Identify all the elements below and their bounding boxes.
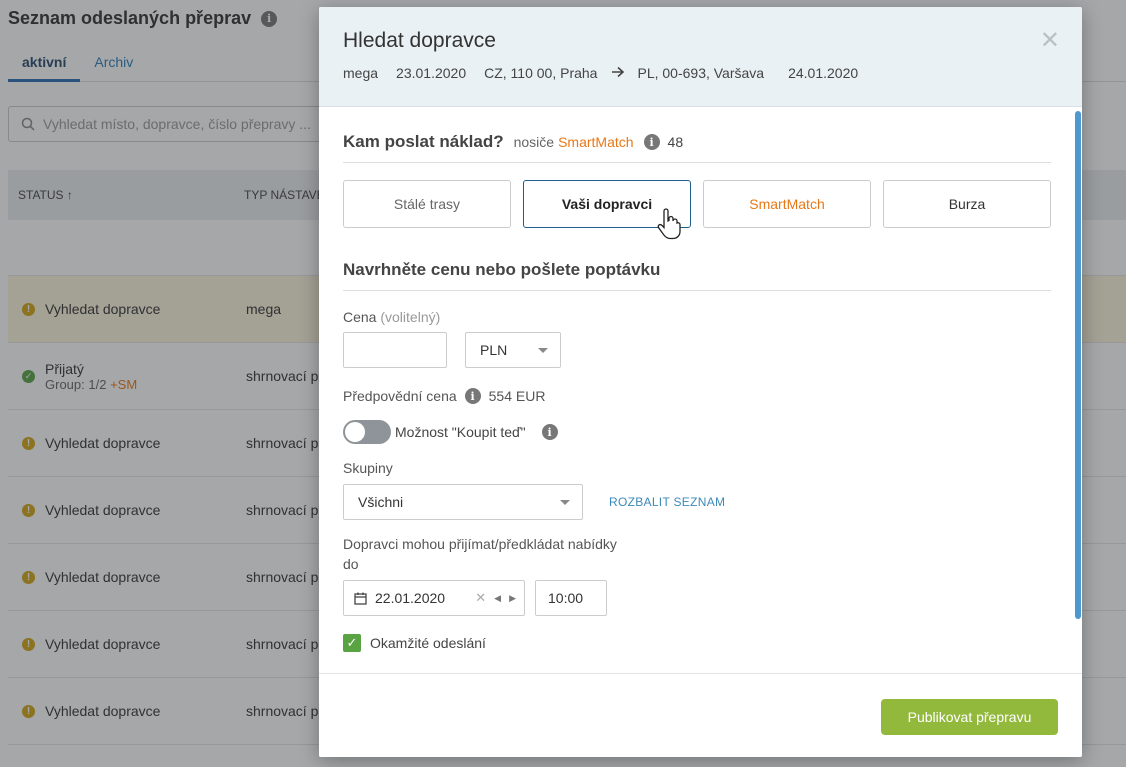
price-input[interactable] (343, 332, 447, 368)
option-regular-routes[interactable]: Stálé trasy (343, 180, 511, 228)
groups-label: Skupiny (343, 460, 393, 476)
modal-title: Hledat dopravce (343, 29, 496, 52)
calendar-icon (354, 592, 367, 605)
instant-send-checkbox[interactable]: ✓ (343, 634, 361, 652)
price-section-header: Navrhněte cenu nebo pošlete poptávku (343, 260, 1051, 291)
close-icon[interactable]: ✕ (1040, 29, 1060, 53)
find-carrier-modal: Hledat dopravce ✕ mega 23.01.2020 CZ, 11… (319, 7, 1082, 757)
modal-header: Hledat dopravce ✕ mega 23.01.2020 CZ, 11… (319, 7, 1082, 107)
send-options: Stálé trasy Vaši dopravci SmartMatch Bur… (343, 180, 1058, 228)
deadline-label: Dopravci mohou přijímat/předkládat nabíd… (343, 536, 617, 572)
expand-list-link[interactable]: ROZBALIT SEZNAM (609, 495, 725, 509)
option-exchange[interactable]: Burza (883, 180, 1051, 228)
info-icon[interactable]: i (541, 424, 558, 440)
modal-footer: Publikovat přepravu (319, 673, 1082, 757)
groups-select[interactable]: Všichni (343, 484, 583, 520)
currency-select[interactable]: PLN (465, 332, 561, 368)
info-icon[interactable]: i (643, 134, 660, 150)
caret-down-icon (560, 499, 570, 505)
option-smartmatch[interactable]: SmartMatch (703, 180, 871, 228)
trailer-type: mega (343, 65, 379, 81)
price-label: Cena (volitelný) (343, 309, 441, 325)
predicted-price: Předpovědní cena i 554 EUR (343, 388, 546, 404)
instant-send-row: ✓ Okamžité odeslání (343, 634, 1058, 652)
date-from: 23.01.2020 (396, 65, 467, 81)
caret-down-icon (538, 347, 548, 353)
carrier-count: 48 (667, 134, 684, 150)
info-icon[interactable]: i (464, 388, 481, 404)
send-section-header: Kam poslat náklad? nosiče SmartMatch i 4… (343, 132, 1051, 163)
deadline-time-input[interactable]: 10:00 (535, 580, 607, 616)
hand-cursor-icon (657, 208, 681, 240)
arrow-right-icon (611, 65, 625, 81)
origin: CZ, 110 00, Praha (484, 65, 598, 81)
deadline-date-input[interactable]: 22.01.2020 ✕ ◀ ▶ (343, 580, 525, 616)
shipment-summary: mega 23.01.2020 CZ, 110 00, Praha PL, 00… (343, 65, 1058, 81)
prev-day-icon[interactable]: ◀ (494, 593, 501, 604)
clear-icon[interactable]: ✕ (475, 590, 486, 606)
next-day-icon[interactable]: ▶ (509, 593, 516, 604)
modal-body: Kam poslat náklad? nosiče SmartMatch i 4… (319, 108, 1082, 672)
publish-button[interactable]: Publikovat přepravu (881, 699, 1058, 735)
destination: PL, 00-693, Varšava (637, 65, 765, 81)
buy-now-toggle[interactable] (343, 420, 391, 444)
date-to: 24.01.2020 (788, 65, 859, 81)
